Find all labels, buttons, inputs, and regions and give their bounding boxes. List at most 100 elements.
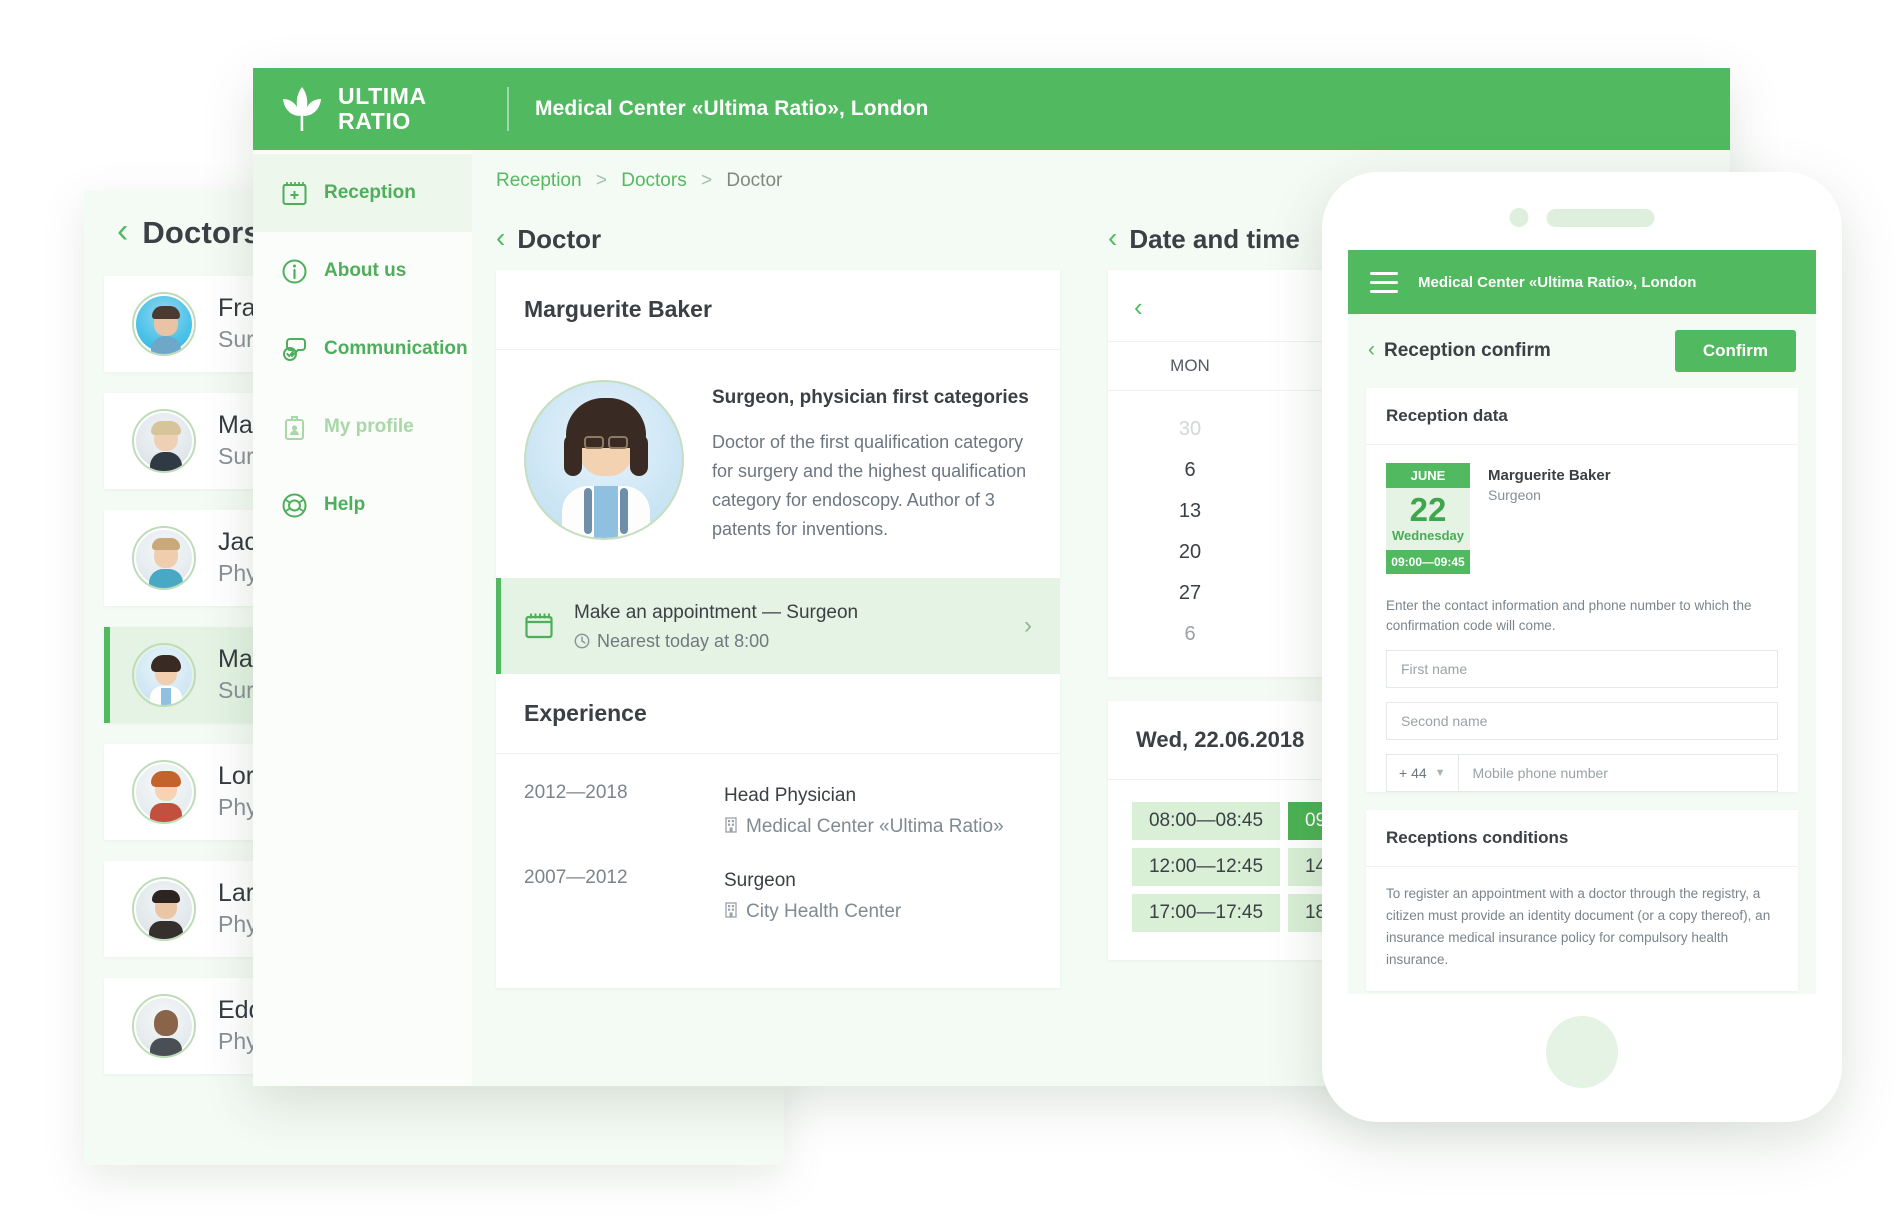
doctor-column-header: ‹ Doctor [496, 208, 1060, 270]
weekday-mon: MON [1170, 356, 1210, 375]
reception-data-heading: Reception data [1366, 388, 1798, 445]
brand-logo[interactable]: ULTIMA RATIO [279, 84, 501, 134]
breadcrumb-current: Doctor [726, 170, 783, 191]
reception-summary: JUNE 22 Wednesday 09:00—09:45 Marguerite… [1366, 445, 1798, 590]
calendar-day[interactable]: 27 [1108, 573, 1272, 614]
calendar-icon [525, 613, 553, 639]
date-badge: JUNE 22 Wednesday 09:00—09:45 [1386, 463, 1470, 574]
badge-month: JUNE [1386, 463, 1470, 488]
page-title: Doctors [142, 215, 261, 250]
calendar-day[interactable]: 6 [1108, 450, 1272, 491]
phone-screen: Medical Center «Ultima Ratio», London ‹ … [1348, 250, 1816, 994]
breadcrumb: Reception > Doctors > Doctor [496, 170, 782, 192]
chevron-left-icon[interactable]: ‹ [1108, 222, 1117, 254]
contact-hint-text: Enter the contact information and phone … [1386, 597, 1752, 633]
chevron-right-icon[interactable]: › [1024, 612, 1032, 640]
id-badge-icon [285, 415, 304, 440]
make-appointment-banner[interactable]: Make an appointment — Surgeon Nearest to… [496, 578, 1060, 674]
experience-org-label: City Health Center [746, 901, 902, 923]
sidebar: Reception About us Communication My prof… [253, 150, 472, 1086]
sidebar-item-help[interactable]: Help [253, 466, 472, 544]
brand-name: ULTIMA RATIO [338, 84, 427, 134]
country-prefix-select[interactable]: + 44 ▼ [1386, 754, 1459, 793]
timeslot[interactable]: 12:00—12:45 [1132, 848, 1280, 886]
sidebar-item-label: Reception [324, 182, 416, 203]
sidebar-item-label: Help [324, 494, 366, 515]
reception-data-card: Reception data JUNE 22 Wednesday 09:00—0… [1366, 388, 1798, 793]
mobile-screen-title: Reception confirm [1384, 340, 1551, 361]
avatar [132, 760, 196, 824]
badge-weekday: Wednesday [1391, 527, 1464, 543]
breadcrumb-separator: > [595, 170, 607, 191]
sidebar-item-about-us[interactable]: About us [253, 232, 472, 310]
brand-line-2: RATIO [338, 108, 411, 134]
mobile-subheader: ‹ Reception confirm Confirm [1348, 314, 1816, 388]
chevron-left-icon[interactable]: ‹ [1368, 338, 1375, 362]
experience-org: City Health Center [724, 898, 901, 926]
calendar-column-mon: 30 6 13 20 27 6 [1108, 409, 1272, 655]
column-title: Doctor [517, 223, 602, 254]
breadcrumb-reception[interactable]: Reception [496, 170, 582, 191]
screenshot-stage: ‹ Doctors Francis Surgeon › [0, 0, 1904, 1230]
calendar-day[interactable]: 13 [1108, 491, 1272, 532]
second-name-field[interactable]: Second name [1386, 702, 1778, 741]
doctor-description: Doctor of the first qualification catego… [712, 431, 1027, 540]
experience-body: 2012—2018 Head Physician Medical Center … [496, 754, 1060, 988]
breadcrumb-doctors[interactable]: Doctors [621, 170, 686, 191]
calendar-day[interactable]: 6 [1108, 614, 1272, 655]
booked-doctor-info: Marguerite Baker Surgeon [1488, 463, 1611, 574]
clinic-title: Medical Center «Ultima Ratio», London [535, 97, 929, 120]
sidebar-item-reception[interactable]: Reception [253, 154, 472, 232]
chevron-left-icon[interactable]: ‹ [1134, 292, 1143, 322]
doctor-profile-text: Surgeon, physician first categories Doct… [712, 380, 1032, 544]
badge-day: 22 [1409, 491, 1447, 528]
phone-home-button[interactable] [1546, 1016, 1618, 1088]
chat-check-icon [283, 337, 306, 361]
building-icon [725, 817, 737, 833]
experience-row: 2012—2018 Head Physician Medical Center … [524, 782, 1032, 841]
experience-years: 2012—2018 [524, 781, 628, 803]
sidebar-item-my-profile[interactable]: My profile [253, 388, 472, 466]
sidebar-item-communication[interactable]: Communication [253, 310, 472, 388]
leaf-logo-icon [283, 87, 321, 131]
experience-org-label: Medical Center «Ultima Ratio» [746, 816, 1004, 838]
chevron-left-icon[interactable]: ‹ [496, 222, 505, 254]
conditions-heading: Receptions conditions [1366, 810, 1798, 868]
brand-line-1: ULTIMA [338, 83, 427, 110]
experience-row: 2007—2012 Surgeon City Health Center [524, 867, 1032, 926]
experience-years: 2007—2012 [524, 866, 628, 888]
avatar [132, 877, 196, 941]
doctor-profile: Surgeon, physician first categories Doct… [496, 350, 1060, 578]
experience-card: Experience 2012—2018 Head Physician Medi… [496, 673, 1060, 988]
avatar [132, 292, 196, 356]
phone-earpiece [1546, 208, 1655, 227]
chevron-left-icon[interactable]: ‹ [117, 214, 128, 248]
calendar-plus-icon [282, 181, 307, 205]
app-topbar: ULTIMA RATIO Medical Center «Ultima Rati… [253, 68, 1730, 150]
first-name-field[interactable]: First name [1386, 650, 1778, 689]
avatar [132, 526, 196, 590]
badge-body: 22 Wednesday [1386, 488, 1470, 550]
appointment-nearest-label: Nearest today at 8:00 [597, 630, 770, 651]
experience-org: Medical Center «Ultima Ratio» [724, 813, 1004, 841]
timeslot[interactable]: 08:00—08:45 [1132, 802, 1280, 840]
mobile-phone-input[interactable]: Mobile phone number [1458, 754, 1778, 793]
clock-icon [574, 633, 590, 649]
calendar-day[interactable]: 30 [1108, 409, 1272, 450]
breadcrumb-separator: > [700, 170, 713, 191]
column-title: Date and time [1129, 223, 1300, 254]
calendar-day[interactable]: 20 [1108, 532, 1272, 573]
booked-doctor-specialty: Surgeon [1488, 487, 1541, 503]
lifebuoy-icon [282, 493, 307, 517]
avatar [132, 409, 196, 473]
phone-speaker [1509, 208, 1655, 227]
hamburger-icon[interactable] [1370, 271, 1398, 293]
appointment-texts: Make an appointment — Surgeon Nearest to… [574, 600, 858, 652]
doctor-column: ‹ Doctor Marguerite Baker Surgeon, physi… [472, 150, 1084, 1086]
doctor-name-heading: Marguerite Baker [496, 270, 1060, 350]
timeslot[interactable]: 17:00—17:45 [1132, 894, 1280, 932]
experience-role: Head Physician [724, 784, 857, 806]
confirm-button[interactable]: Confirm [1674, 330, 1796, 372]
mobile-topbar: Medical Center «Ultima Ratio», London [1348, 250, 1816, 314]
avatar [132, 994, 196, 1058]
